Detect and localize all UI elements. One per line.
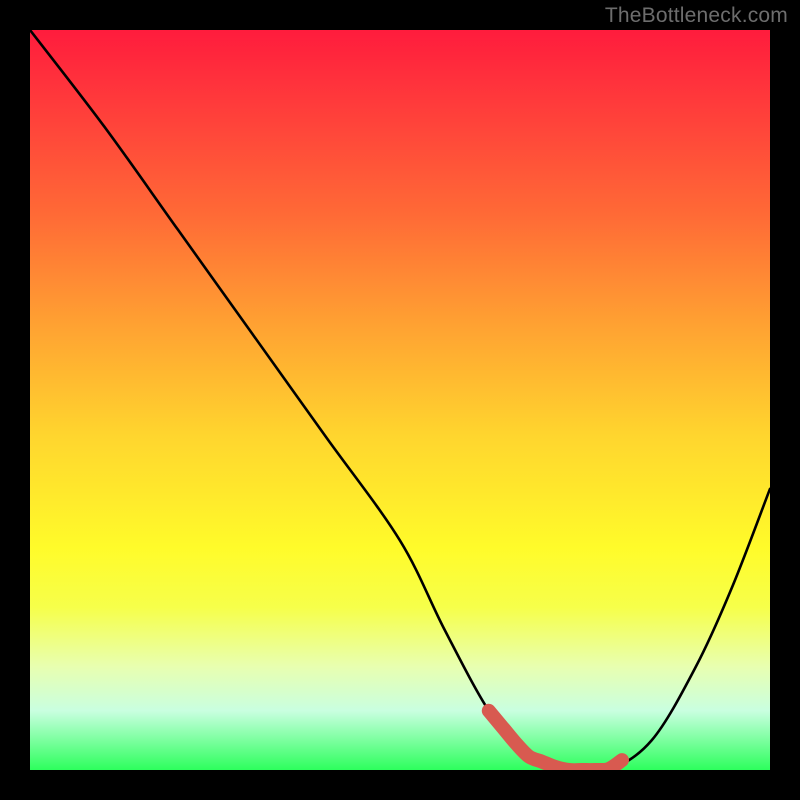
plot-area [30,30,770,770]
chart-frame: TheBottleneck.com [0,0,800,800]
curve-svg [30,30,770,770]
flat-region-highlight [489,711,622,770]
bottleneck-curve-path [30,30,770,770]
watermark-text: TheBottleneck.com [605,4,788,28]
